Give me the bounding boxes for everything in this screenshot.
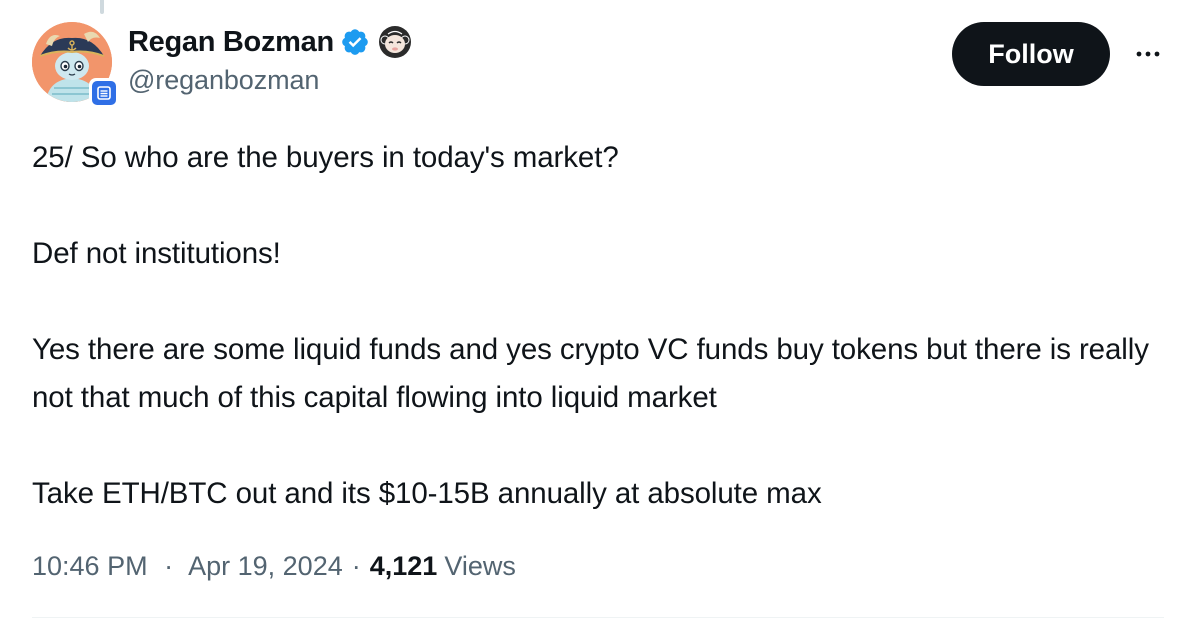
more-options-icon[interactable] bbox=[1130, 36, 1166, 72]
tweet-paragraph: Yes there are some liquid funds and yes … bbox=[32, 333, 1157, 414]
avatar-container[interactable] bbox=[32, 22, 119, 108]
follow-button[interactable]: Follow bbox=[952, 22, 1110, 86]
tweet-paragraph: Def not institutions! bbox=[32, 237, 281, 270]
tweet-timestamp[interactable]: 10:46 PM · Apr 19, 2024 bbox=[32, 551, 343, 582]
meta-separator: · bbox=[351, 550, 361, 581]
views-label: Views bbox=[444, 550, 516, 581]
monkey-face-icon bbox=[378, 25, 412, 59]
tweet-metadata: 10:46 PM · Apr 19, 2024 · 4,121 Views bbox=[32, 546, 516, 586]
paragraph-spacer bbox=[32, 278, 1162, 326]
meta-separator: · bbox=[164, 550, 174, 581]
author-display-name[interactable]: Regan Bozman bbox=[128, 26, 334, 59]
author-handle[interactable]: @reganbozman bbox=[128, 65, 412, 96]
verified-badge-icon[interactable] bbox=[340, 27, 370, 57]
affiliate-badge[interactable] bbox=[89, 78, 119, 108]
bottom-divider bbox=[32, 617, 1164, 618]
affiliate-org-icon bbox=[92, 81, 116, 105]
tweet-text: 25/ So who are the buyers in today's mar… bbox=[32, 134, 1162, 518]
tweet-time: 10:46 PM bbox=[32, 550, 148, 581]
views-count: 4,121 bbox=[369, 550, 438, 581]
tweet-header: Regan Bozman @reganbozman Follow bbox=[32, 22, 1166, 108]
tweet-paragraph: 25/ So who are the buyers in today's mar… bbox=[32, 141, 619, 174]
tweet-date: Apr 19, 2024 bbox=[188, 550, 343, 581]
tweet-paragraph: Take ETH/BTC out and its $10-15B annuall… bbox=[32, 477, 822, 510]
paragraph-spacer bbox=[32, 422, 1162, 470]
author-info: Regan Bozman @reganbozman bbox=[128, 22, 412, 96]
author-name-row: Regan Bozman bbox=[128, 22, 412, 62]
thread-connector-line bbox=[100, 0, 104, 14]
paragraph-spacer bbox=[32, 182, 1162, 230]
